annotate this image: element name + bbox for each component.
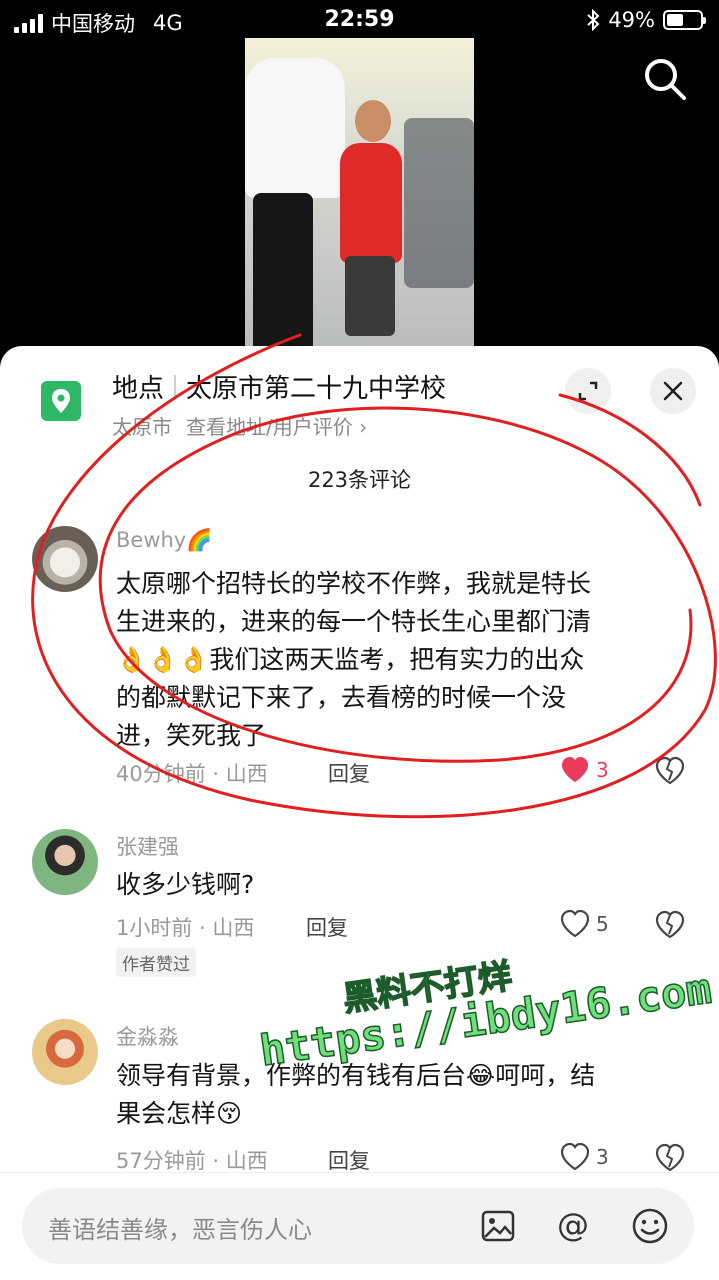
comment-author[interactable]: 张建强 [116,831,179,861]
comment-line: 太原哪个招特长的学校不作弊，我就是特长 [116,569,592,598]
svg-text:@: @ [557,1206,589,1244]
reply-button[interactable]: 回复 [328,1145,370,1175]
expand-icon [578,381,598,401]
comment-line: 领导有背景，作弊的有钱有后台😂呵呵，结 [116,1061,596,1090]
like-button[interactable]: 3 [560,1143,609,1171]
video-person-legs [253,193,313,350]
video-frame[interactable] [245,38,474,350]
location-name: 太原市第二十九中学校 [186,374,447,404]
comment-line: 进，笑死我了 [116,721,267,750]
comment-text: 领导有背景，作弊的有钱有后台😂呵呵，结 果会怎样😚 [116,1057,676,1133]
location-subtitle[interactable]: 太原市 查看地址/用户评价 › [112,411,367,440]
battery-fill [667,14,683,26]
avatar[interactable] [32,526,98,592]
search-icon[interactable] [640,54,690,104]
location-pin-icon [41,381,81,421]
comment-line: 👌👌👌我们这两天监考，把有实力的出众 [116,645,585,674]
heart-outline-icon [560,910,590,938]
status-bar: 中国移动 4G 22:59 49% [0,0,719,40]
battery-icon [663,10,706,30]
location-city: 太原市 [112,415,172,439]
heart-outline-icon [560,1143,590,1171]
author-name: Bewhy [116,528,187,552]
emoji-icon[interactable] [630,1206,670,1246]
comment-text: 太原哪个招特长的学校不作弊，我就是特长 生进来的，进来的每一个特长生心里都门清 … [116,565,676,755]
reply-button[interactable]: 回复 [328,758,370,788]
image-icon[interactable] [478,1206,518,1246]
mention-icon[interactable]: @ [553,1206,593,1246]
video-person-shorts [345,256,395,336]
like-button[interactable]: 5 [560,910,609,938]
video-person-head [355,100,391,142]
broken-heart-icon[interactable] [655,910,685,940]
location-divider [174,374,177,399]
video-crowd [404,118,474,288]
like-count: 3 [596,758,609,782]
like-count: 3 [596,1145,609,1169]
close-button[interactable] [650,368,696,414]
avatar[interactable] [32,829,98,895]
comment-author[interactable]: 金淼淼 [116,1021,179,1051]
broken-heart-icon[interactable] [655,1143,685,1173]
location-label: 地点 [112,374,165,404]
location-title[interactable]: 地点 太原市第二十九中学校 [112,368,446,405]
comment-input-placeholder[interactable]: 善语结善缘，恶言伤人心 [48,1210,312,1245]
comment-line: 收多少钱啊? [116,870,255,899]
comment-meta: 40分钟前 · 山西 [116,762,268,786]
comment-author[interactable]: Bewhy🌈 [116,528,212,553]
comment-line: 生进来的，进来的每一个特长生心里都门清 [116,607,592,636]
author-emoji: 🌈 [186,528,213,552]
comment-meta: 57分钟前 · 山西 [116,1149,268,1173]
comment-text: 收多少钱啊? [116,866,676,904]
avatar[interactable] [32,1019,98,1085]
close-icon [663,381,683,401]
comment-line: 果会怎样😚 [116,1099,243,1128]
expand-button[interactable] [565,368,611,414]
reply-button[interactable]: 回复 [306,912,348,942]
author-liked-badge: 作者赞过 [116,948,196,977]
battery-percent: 49% [608,8,655,32]
like-button[interactable]: 3 [560,756,609,784]
video-person-white-shirt [245,58,345,198]
comment-count: 223条评论 [307,468,412,492]
video-person-red-shirt [340,143,402,263]
heart-filled-icon [562,757,588,782]
bluetooth-icon [587,9,600,31]
comment-meta: 1小时前 · 山西 [116,916,255,940]
status-right: 49% [586,8,706,32]
like-count: 5 [596,912,609,936]
comment-line: 的都默默记下来了，去看榜的时候一个没 [116,683,567,712]
location-link[interactable]: 查看地址/用户评价 › [186,415,367,439]
broken-heart-icon[interactable] [655,756,685,786]
